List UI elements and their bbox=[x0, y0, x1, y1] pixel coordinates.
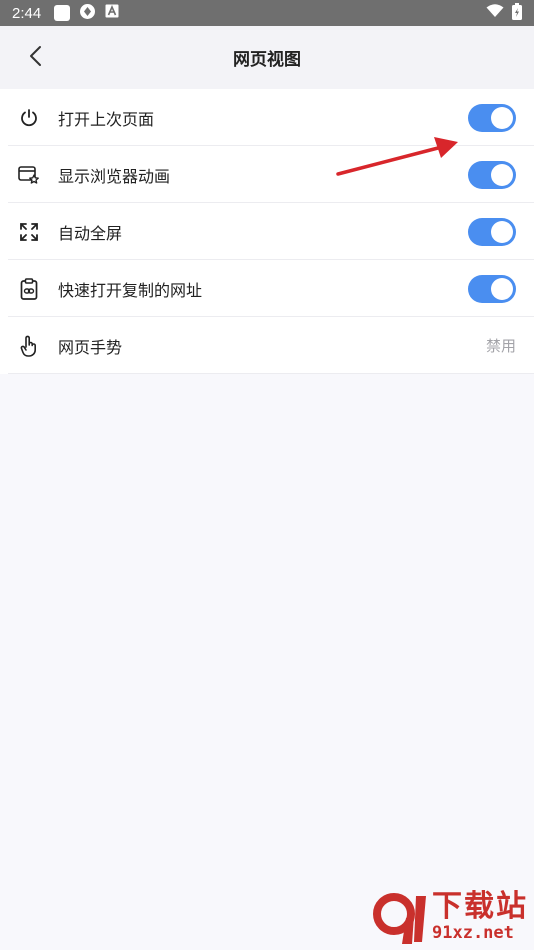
auto-fullscreen-toggle[interactable] bbox=[468, 217, 516, 246]
toggle-knob bbox=[491, 106, 513, 129]
fullscreen-icon bbox=[18, 221, 40, 243]
toggle-knob bbox=[491, 163, 513, 186]
setting-row-quick-open-url[interactable]: 快速打开复制的网址 bbox=[0, 260, 534, 317]
back-button[interactable] bbox=[18, 40, 54, 76]
notification-square-icon bbox=[54, 5, 71, 21]
page-title: 网页视图 bbox=[233, 50, 301, 70]
power-icon bbox=[18, 107, 40, 129]
sync-icon bbox=[79, 3, 96, 24]
watermark: 下载站 91xz.net bbox=[370, 888, 528, 946]
quick-open-url-toggle[interactable] bbox=[468, 274, 516, 303]
toggle-knob bbox=[491, 220, 513, 243]
browser-animation-toggle[interactable] bbox=[468, 160, 516, 189]
watermark-logo-icon bbox=[370, 888, 428, 946]
watermark-url: 91xz.net bbox=[432, 923, 514, 943]
setting-row-open-last-page[interactable]: 打开上次页面 bbox=[0, 89, 534, 146]
setting-row-web-gesture[interactable]: 网页手势 禁用 bbox=[0, 317, 534, 374]
setting-label: 显示浏览器动画 bbox=[58, 166, 171, 186]
a-badge-icon bbox=[105, 4, 119, 22]
open-last-page-toggle[interactable] bbox=[468, 103, 516, 132]
status-bar: 2:44 bbox=[0, 0, 534, 26]
watermark-title: 下载站 bbox=[432, 889, 528, 924]
setting-label: 打开上次页面 bbox=[58, 109, 155, 129]
back-chevron-icon bbox=[28, 44, 44, 72]
settings-list: 打开上次页面 显示浏览器动画 自动全屏 快速打开复制的网址 网页手势 禁用 bbox=[0, 89, 534, 374]
clipboard-link-icon bbox=[18, 277, 40, 300]
setting-label: 自动全屏 bbox=[58, 223, 123, 243]
setting-row-auto-fullscreen[interactable]: 自动全屏 bbox=[0, 203, 534, 260]
header: 网页视图 bbox=[0, 26, 534, 89]
battery-icon bbox=[512, 2, 522, 24]
web-gesture-value: 禁用 bbox=[485, 337, 516, 355]
browser-star-icon bbox=[18, 164, 40, 186]
status-time: 2:44 bbox=[12, 4, 42, 22]
hand-gesture-icon bbox=[18, 335, 40, 357]
setting-label: 快速打开复制的网址 bbox=[58, 280, 203, 300]
setting-label: 网页手势 bbox=[58, 337, 123, 357]
setting-row-browser-animation[interactable]: 显示浏览器动画 bbox=[0, 146, 534, 203]
toggle-knob bbox=[491, 277, 513, 300]
wifi-icon bbox=[486, 4, 504, 22]
